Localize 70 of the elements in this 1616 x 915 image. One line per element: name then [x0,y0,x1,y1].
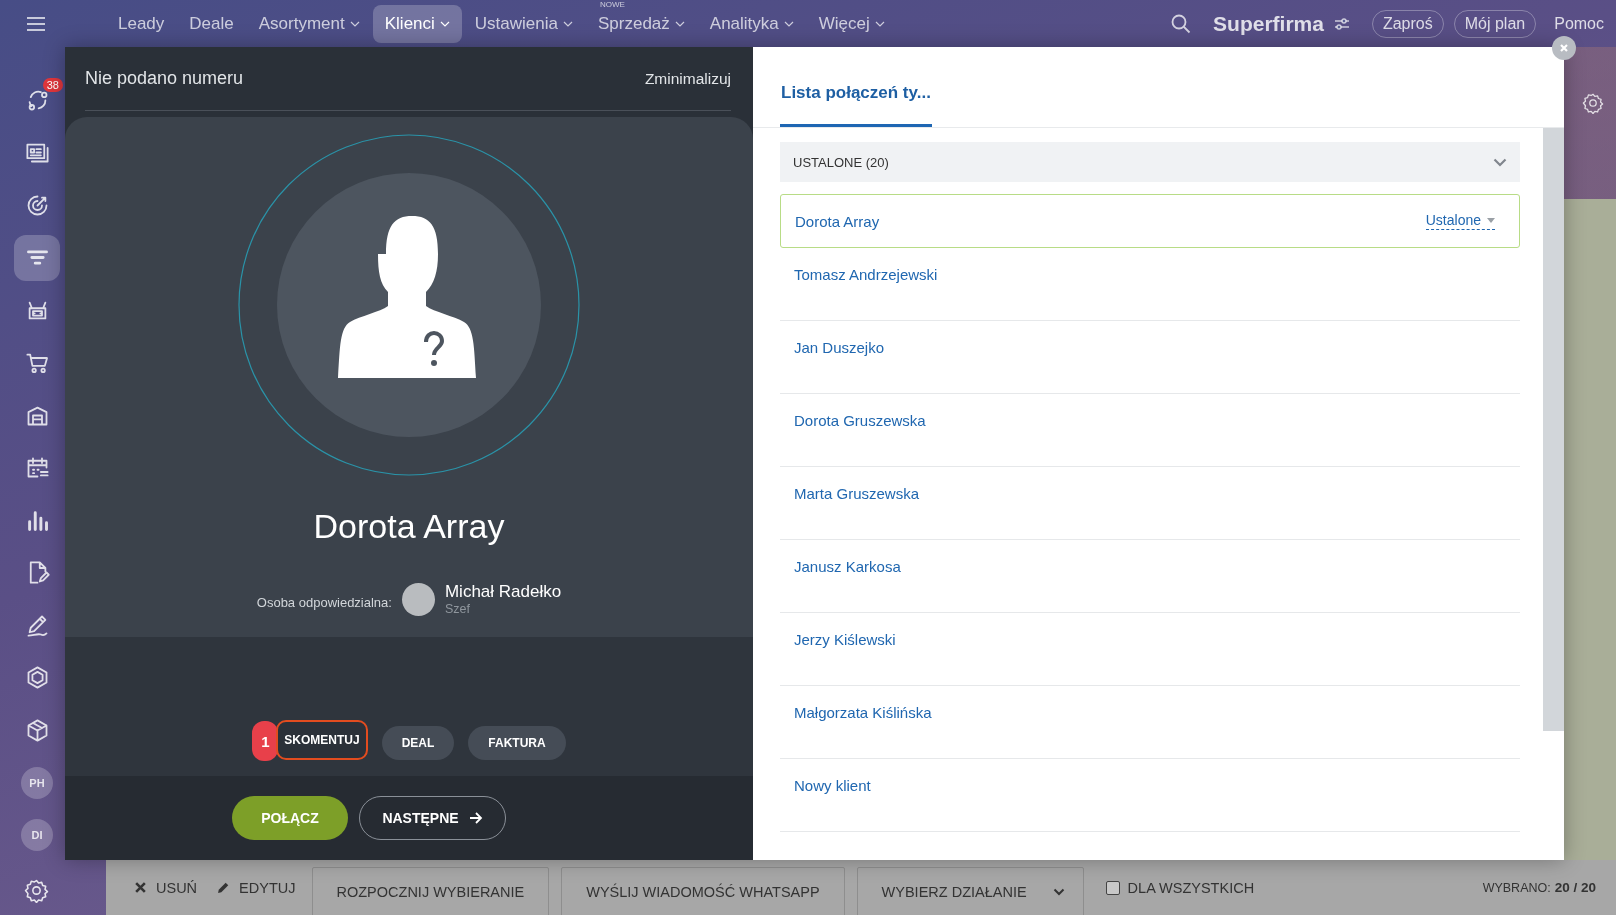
contact-row[interactable]: Dorota Gruszewska [780,394,1520,467]
user-avatar[interactable]: DI [21,819,53,851]
action-button[interactable]: ROZPOCZNIJ WYBIERANIE [311,866,550,915]
group-header[interactable]: USTALONE (20) [780,142,1520,182]
nav-tab[interactable]: Klienci [372,4,462,43]
contact-name[interactable]: Tomasz Andrzejewski [794,266,938,283]
nav-tab[interactable]: Asortyment [246,4,372,43]
contact-name[interactable]: Nowy klient [794,777,871,794]
contact-row[interactable]: Jan Duszejko [780,321,1520,394]
notification-badge: 38 [42,78,63,92]
selected-label: WYBRANO: [1482,881,1551,895]
contact-row[interactable]: Dorota Array Ustalone [780,194,1520,248]
phone-status: Nie podano numeru [85,68,244,89]
action-button[interactable]: FAKTURA [468,726,566,760]
selected-count: 20 / 20 [1554,880,1596,895]
arrow-right-icon [468,812,483,824]
sidebar-item[interactable] [14,234,60,281]
contact-row[interactable]: Janusz Karkosa [780,540,1520,613]
edit-button[interactable]: EDYTUJ [213,879,300,896]
settings-icon[interactable] [24,878,49,903]
contact-name[interactable]: Jan Duszejko [794,339,885,356]
user-avatar [401,582,435,616]
close-icon [1558,42,1570,54]
menu-icon[interactable] [26,15,46,32]
action-button[interactable]: SKOMENTUJ [276,720,368,760]
caret-icon [1052,887,1065,896]
sidebar-item[interactable]: 38 [14,77,60,123]
nav-tab[interactable]: Analityka [697,4,806,43]
close-button[interactable] [1552,36,1576,60]
contact-name[interactable]: Dorota Gruszewska [794,412,926,429]
contact-name[interactable]: Dorota Array [795,212,880,230]
checkbox[interactable] [1105,880,1120,895]
company-name[interactable]: Superfirma [1213,11,1324,36]
action-dropdown[interactable]: WYBIERZ DZIAŁANIE [856,866,1084,915]
nav-tab[interactable]: Ustawienia [462,4,585,43]
contact-row[interactable]: Jerzy Kiślewski [780,613,1520,686]
action-button[interactable]: DEAL [381,726,455,760]
responsible-role: Szef [444,602,471,616]
unknown-person-icon [238,134,580,476]
nav-tab[interactable]: Więcej [806,4,897,43]
step-badge: 1 [252,721,279,761]
status-dropdown[interactable]: Ustalone [1425,212,1495,230]
contact-name[interactable]: Małgorzata Kiślińska [794,704,932,721]
search-icon[interactable] [1171,13,1192,34]
help-link[interactable]: Pomoc [1554,14,1604,33]
responsible-name[interactable]: Michał Radełko [444,582,562,602]
user-avatar[interactable]: PH [21,766,53,799]
call-button[interactable]: POŁĄCZ [232,796,348,840]
nav-tab[interactable]: Deale [177,4,246,43]
list-tab[interactable]: Lista połączeń ty... [780,71,932,127]
caret-icon [1487,217,1495,223]
contact-row[interactable]: Małgorzata Kiślińska [780,686,1520,759]
action-button[interactable]: WYŚLIJ WIADOMOŚĆ WHATSAPP [561,866,845,915]
close-icon [134,881,147,894]
contact-name[interactable]: Marta Gruszewska [794,485,920,502]
group-label: USTALONE (20) [793,154,889,170]
contact-row[interactable]: Marta Gruszewska [780,467,1520,540]
minimize-link[interactable]: Zminimalizuj [644,69,731,88]
contact-row[interactable]: Tomasz Andrzejewski [780,248,1520,321]
contact-name: Dorota Array [313,507,505,546]
pencil-icon [217,881,231,894]
responsible-label: Osoba odpowiedzialna: [256,594,392,610]
settings-icon[interactable] [1582,92,1604,114]
scrollbar-thumb[interactable] [1543,128,1564,731]
contact-name[interactable]: Janusz Karkosa [794,558,901,575]
delete-button[interactable]: USUŃ [130,879,202,896]
nav-tab[interactable]: Leady [106,4,177,43]
contact-name[interactable]: Jerzy Kiślewski [794,631,896,648]
contact-row[interactable]: Nowy klient [780,759,1520,832]
sliders-icon[interactable] [1333,16,1350,31]
